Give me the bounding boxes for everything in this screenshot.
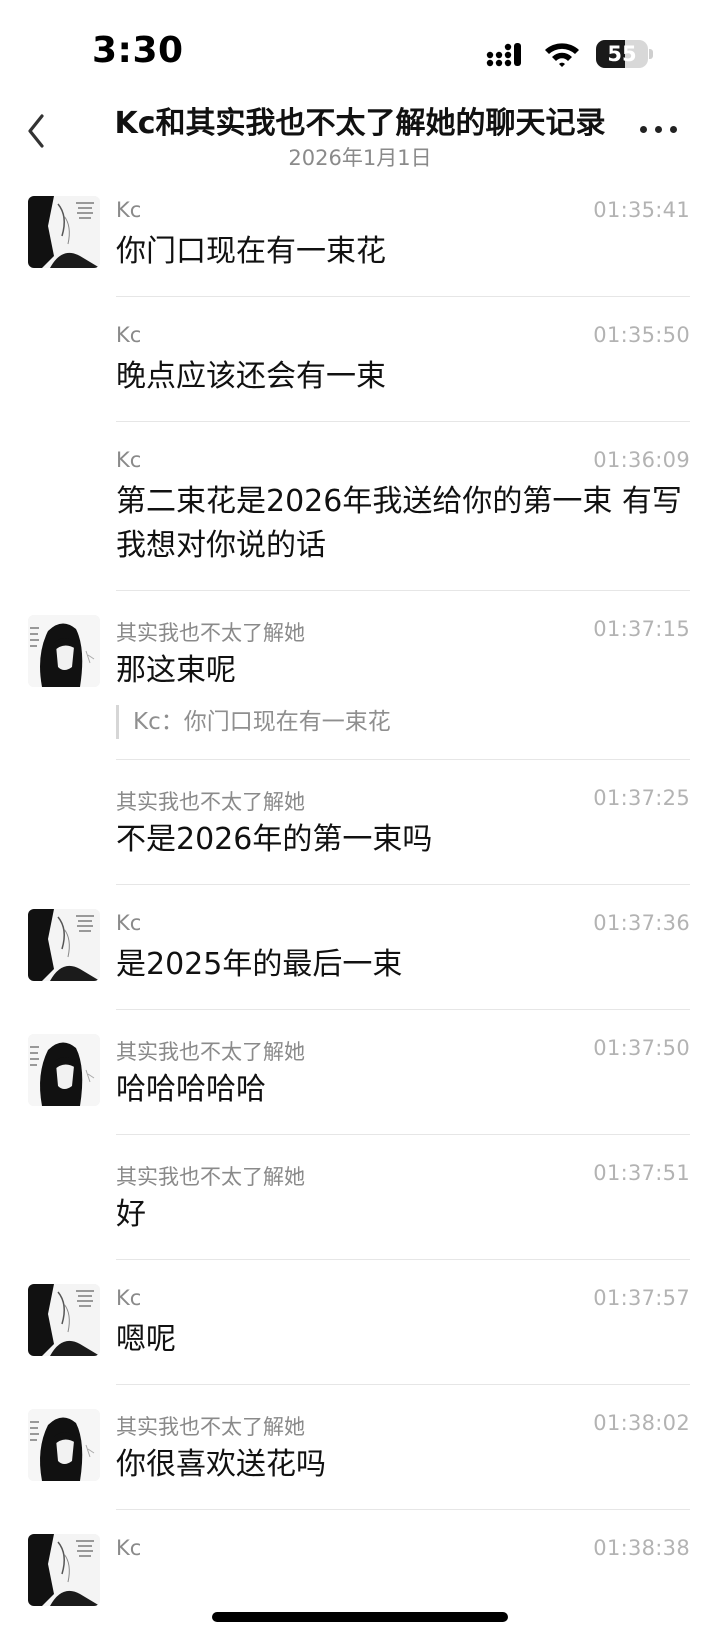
avatar[interactable] xyxy=(28,1284,100,1356)
divider xyxy=(116,1259,690,1260)
message-text: 不是2026年的第一束吗 xyxy=(116,822,433,857)
cellular-signal-icon xyxy=(486,43,521,67)
message-time: 01:37:15 xyxy=(593,617,690,641)
message-text: 第二束花是2026年我送给你的第一束 有写我想对你说的话 xyxy=(116,484,682,563)
message-time: 01:38:02 xyxy=(593,1411,690,1435)
divider xyxy=(116,1009,690,1010)
message-text: 你很喜欢送花吗 xyxy=(116,1447,326,1482)
message-header: Kc 01:35:41 xyxy=(116,196,690,226)
message-text: 哈哈哈哈哈 xyxy=(116,1072,266,1107)
message-item[interactable]: Kc 01:35:41 你门口现在有一束花 xyxy=(0,196,720,297)
avatar[interactable] xyxy=(28,196,100,268)
message-item[interactable]: Kc 01:37:36 是2025年的最后一束 xyxy=(0,909,720,1010)
sender-name: Kc xyxy=(116,448,142,472)
message-text: 晚点应该还会有一束 xyxy=(116,359,386,394)
divider xyxy=(116,1134,690,1135)
message-time: 01:35:41 xyxy=(593,198,690,222)
message-item[interactable]: 其实我也不太了解她 01:37:25 不是2026年的第一束吗 xyxy=(0,784,720,885)
page-subtitle: 2026年1月1日 xyxy=(288,146,432,170)
message-header: Kc 01:37:57 xyxy=(116,1284,690,1314)
avatar[interactable] xyxy=(28,909,100,981)
message-time: 01:37:57 xyxy=(593,1286,690,1310)
page-title: Kc和其实我也不太了解她的聊天记录 xyxy=(114,106,606,141)
quoted-message[interactable]: Kc：你门口现在有一束花 xyxy=(116,705,690,739)
sender-name: Kc xyxy=(116,911,142,935)
message-time: 01:37:36 xyxy=(593,911,690,935)
divider xyxy=(116,884,690,885)
status-time: 3:30 xyxy=(92,30,184,71)
message-header: Kc 01:37:36 xyxy=(116,909,690,939)
divider xyxy=(116,1509,690,1510)
message-item[interactable]: Kc 01:35:50 晚点应该还会有一束 xyxy=(0,321,720,422)
message-text: 你门口现在有一束花 xyxy=(116,234,386,269)
message-header: 其实我也不太了解她 01:37:51 xyxy=(116,1159,690,1189)
message-time: 01:37:50 xyxy=(593,1036,690,1060)
status-bar: 3:30 55 xyxy=(0,0,720,100)
sender-name: Kc xyxy=(116,1286,142,1310)
message-item[interactable]: Kc 01:36:09 第二束花是2026年我送给你的第一束 有写我想对你说的话 xyxy=(0,446,720,591)
message-text: 好 xyxy=(116,1197,146,1232)
sender-name: 其实我也不太了解她 xyxy=(116,1415,305,1439)
wifi-icon xyxy=(545,43,579,67)
sender-name: Kc xyxy=(116,323,142,347)
sender-name: Kc xyxy=(116,198,142,222)
avatar[interactable] xyxy=(28,615,100,687)
message-header: 其实我也不太了解她 01:37:50 xyxy=(116,1034,690,1064)
sender-name: 其实我也不太了解她 xyxy=(116,1165,305,1189)
message-item[interactable]: 其实我也不太了解她 01:37:50 哈哈哈哈哈 xyxy=(0,1034,720,1135)
message-time: 01:36:09 xyxy=(593,448,690,472)
message-time: 01:38:38 xyxy=(593,1536,690,1560)
battery-icon: 55 xyxy=(596,40,654,70)
message-header: 其实我也不太了解她 01:37:15 xyxy=(116,615,690,645)
message-list: Kc 01:35:41 你门口现在有一束花 Kc 01:35:50 晚点应该还会有一束 Kc… xyxy=(0,196,720,1606)
home-indicator[interactable] xyxy=(212,1612,508,1622)
battery-percent: 55 xyxy=(607,42,637,66)
message-time: 01:37:25 xyxy=(593,786,690,810)
more-horizontal-icon[interactable] xyxy=(640,120,690,140)
message-header: Kc 01:36:09 xyxy=(116,446,690,476)
divider xyxy=(116,1384,690,1385)
chevron-left-icon[interactable] xyxy=(18,106,62,156)
avatar[interactable] xyxy=(28,1034,100,1106)
message-item[interactable]: Kc 01:38:38 xyxy=(0,1534,720,1606)
sender-name: 其实我也不太了解她 xyxy=(116,621,305,645)
chat-header: Kc和其实我也不太了解她的聊天记录 2026年1月1日 xyxy=(0,88,720,178)
avatar[interactable] xyxy=(28,1409,100,1481)
message-item[interactable]: 其实我也不太了解她 01:38:02 你很喜欢送花吗 xyxy=(0,1409,720,1510)
sender-name: 其实我也不太了解她 xyxy=(116,790,305,814)
avatar[interactable] xyxy=(28,1534,100,1606)
message-item[interactable]: 其实我也不太了解她 01:37:51 好 xyxy=(0,1159,720,1260)
message-item[interactable]: 其实我也不太了解她 01:37:15 那这束呢 Kc：你门口现在有一束花 xyxy=(0,615,720,760)
sender-name: Kc xyxy=(116,1536,142,1560)
message-item[interactable]: Kc 01:37:57 嗯呢 xyxy=(0,1284,720,1385)
message-header: 其实我也不太了解她 01:37:25 xyxy=(116,784,690,814)
message-header: Kc 01:35:50 xyxy=(116,321,690,351)
message-time: 01:37:51 xyxy=(593,1161,690,1185)
message-header: 其实我也不太了解她 01:38:02 xyxy=(116,1409,690,1439)
message-time: 01:35:50 xyxy=(593,323,690,347)
sender-name: 其实我也不太了解她 xyxy=(116,1040,305,1064)
message-header: Kc 01:38:38 xyxy=(116,1534,690,1564)
divider xyxy=(116,759,690,760)
divider xyxy=(116,590,690,591)
divider xyxy=(116,421,690,422)
divider xyxy=(116,296,690,297)
message-text: 嗯呢 xyxy=(116,1322,176,1357)
message-text: 是2025年的最后一束 xyxy=(116,947,403,982)
